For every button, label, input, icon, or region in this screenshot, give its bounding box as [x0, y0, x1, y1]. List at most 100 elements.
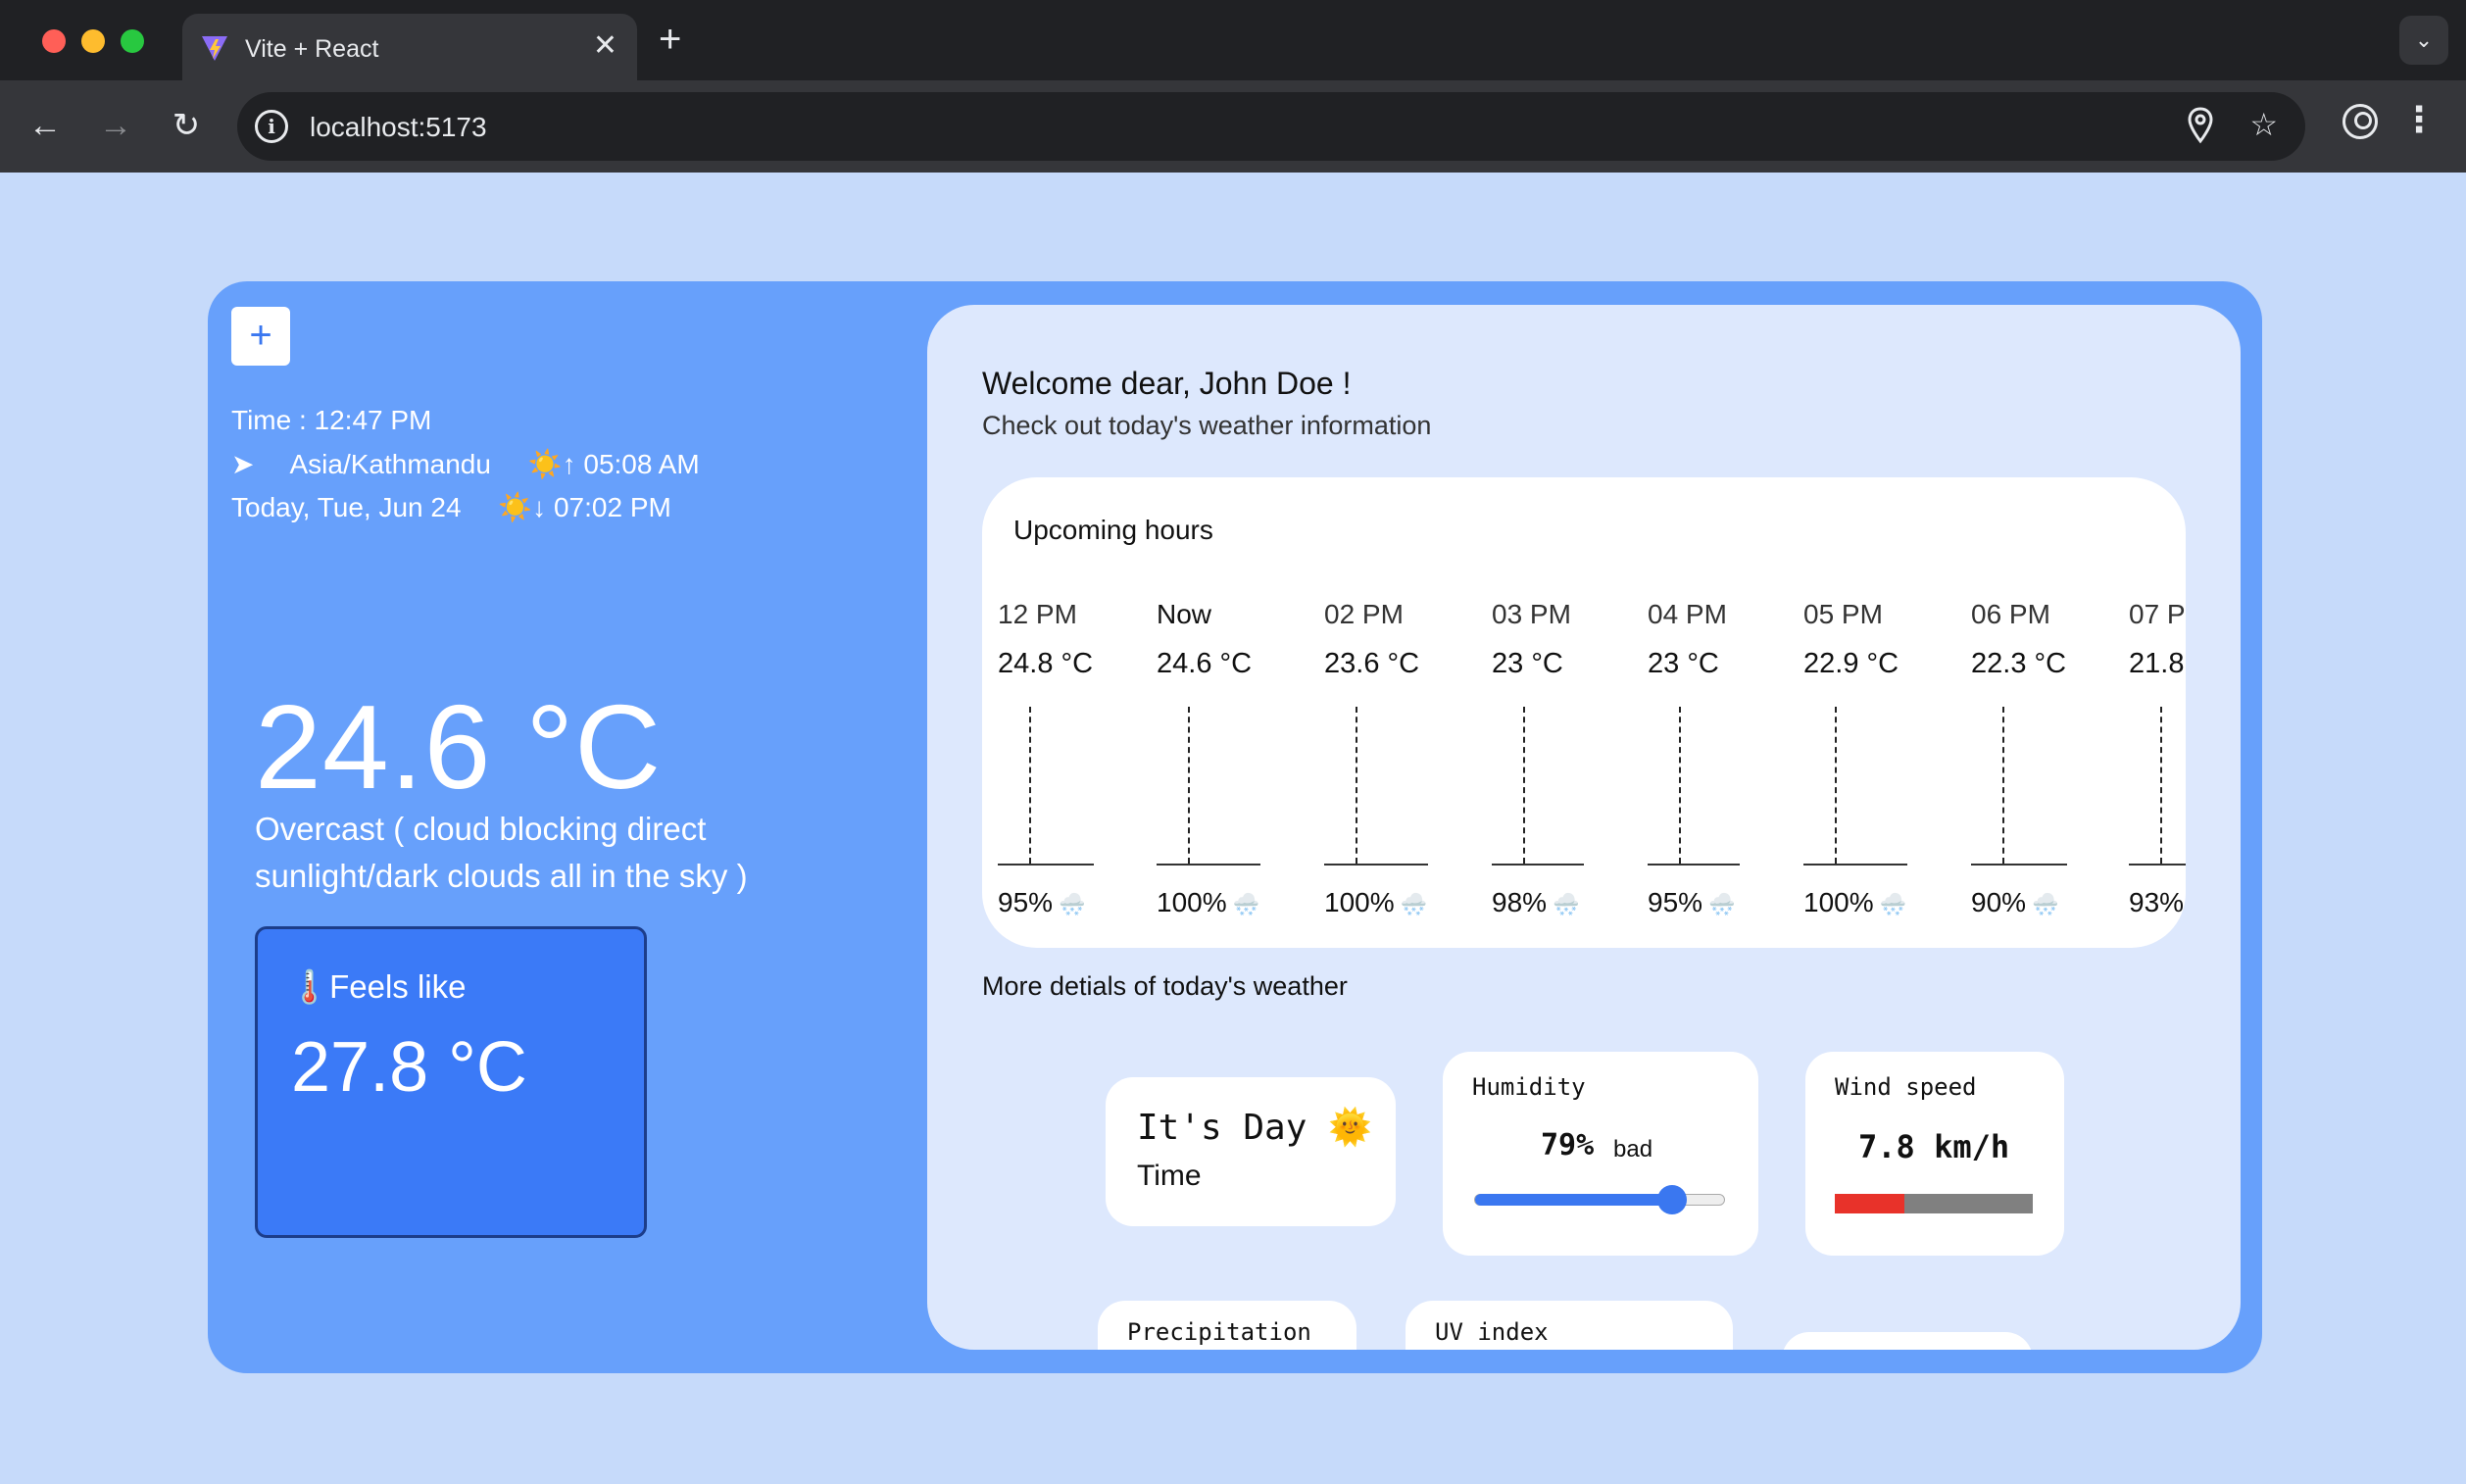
sunrise-icon: ☀️↑ — [527, 449, 576, 479]
humidity-card: Humidity 79% bad — [1443, 1052, 1758, 1256]
rain-percent: 100% — [1157, 887, 1227, 917]
more-menu-icon[interactable]: ⋮ — [2401, 100, 2437, 139]
hour-column: 12 PM 24.8 °C 95% 🌨️ — [998, 599, 1094, 917]
hour-temperature: 21.8 °C — [2129, 648, 2186, 679]
feels-like-value: 27.8 °C — [291, 1028, 527, 1107]
hour-column: 07 PM 21.8 °C 93% 🌨️ — [2129, 599, 2186, 917]
address-bar[interactable]: i localhost:5173 ☆ — [237, 92, 2305, 161]
hour-baseline — [2129, 864, 2186, 866]
rain-percent: 90% — [1971, 887, 2027, 917]
rain-percent: 100% — [1324, 887, 1395, 917]
humidity-label: Humidity — [1472, 1073, 1586, 1101]
hour-baseline — [1492, 864, 1584, 866]
hour-baseline — [1648, 864, 1740, 866]
hour-column: 02 PM 23.6 °C 100% 🌨️ — [1324, 599, 1428, 917]
snow-cloud-icon: 🌨️ — [1226, 892, 1260, 916]
precipitation-label: Precipitation — [1127, 1318, 1311, 1346]
snow-cloud-icon: 🌨️ — [1873, 892, 1907, 916]
sun-face-icon: 🌞 — [1328, 1108, 1372, 1148]
hour-label: Now — [1157, 599, 1212, 629]
hour-column: 03 PM 23 °C 98% 🌨️ — [1492, 599, 1584, 917]
rain-percent: 98% — [1492, 887, 1548, 917]
current-time: Time : 12:47 PM — [231, 405, 432, 435]
wind-speed-bar-fill — [1835, 1194, 1904, 1213]
sunset-time: 07:02 PM — [553, 492, 671, 522]
humidity-slider[interactable] — [1474, 1185, 1725, 1214]
hour-column: 05 PM 22.9 °C 100% 🌨️ — [1803, 599, 1907, 917]
hour-dashed-line — [1356, 707, 1357, 864]
sunset-icon: ☀️↓ — [498, 492, 547, 522]
feels-like-label: Feels like — [329, 968, 467, 1005]
details-panel[interactable]: Welcome dear, John Doe ! Check out today… — [927, 305, 2241, 1350]
snow-cloud-icon: 🌨️ — [1053, 892, 1086, 916]
day-night-card: It's Day 🌞 Time — [1106, 1077, 1396, 1226]
chevron-down-icon[interactable]: ⌄ — [2399, 16, 2448, 65]
browser-tab-bar: Vite + React ✕ + ⌄ — [0, 0, 2466, 80]
rain-percent: 95% — [998, 887, 1054, 917]
hour-label: 06 PM — [1971, 599, 2050, 629]
hour-rain-chance: 93% 🌨️ — [2129, 887, 2186, 918]
hour-dashed-line — [2002, 707, 2004, 864]
bookmark-star-icon[interactable]: ☆ — [2249, 106, 2278, 143]
hour-dashed-line — [1029, 707, 1031, 864]
welcome-subtitle: Check out today's weather information — [982, 411, 1432, 440]
profile-icon[interactable] — [2343, 104, 2378, 139]
reload-icon[interactable]: ↻ — [165, 104, 208, 147]
feels-like-card: 🌡️Feels like 27.8 °C — [255, 926, 647, 1238]
hour-column: 04 PM 23 °C 95% 🌨️ — [1648, 599, 1740, 917]
humidity-slider-thumb[interactable] — [1656, 1185, 1687, 1214]
snow-cloud-icon: 🌨️ — [1547, 892, 1580, 916]
date-row: Today, Tue, Jun 24 ☀️↓ 07:02 PM — [231, 491, 671, 523]
sunrise-time: 05:08 AM — [583, 449, 700, 479]
date-text: Today, Tue, Jun 24 — [231, 492, 462, 522]
hour-temperature: 22.3 °C — [1971, 648, 2067, 679]
minimize-window-button[interactable] — [81, 29, 105, 53]
hour-temperature: 24.6 °C — [1157, 648, 1253, 679]
hour-dashed-line — [2160, 707, 2162, 864]
wind-speed-bar — [1835, 1194, 2033, 1213]
location-pin-icon[interactable] — [2186, 106, 2215, 145]
hour-baseline — [1324, 864, 1428, 866]
rain-percent: 95% — [1648, 887, 1703, 917]
hour-label: 02 PM — [1324, 599, 1404, 629]
maximize-window-button[interactable] — [121, 29, 144, 53]
hour-temperature: 22.9 °C — [1803, 648, 1899, 679]
hour-rain-chance: 90% 🌨️ — [1971, 887, 2059, 918]
hour-label: 04 PM — [1648, 599, 1727, 629]
upcoming-hours-card[interactable]: Upcoming hours 12 PM 24.8 °C 95% 🌨️ Now 24.6… — [982, 477, 2186, 948]
feels-like-header: 🌡️Feels like — [289, 968, 466, 1007]
rain-percent: 100% — [1803, 887, 1874, 917]
browser-tab[interactable]: Vite + React ✕ — [182, 14, 637, 80]
hour-label: 12 PM — [998, 599, 1077, 629]
vite-icon — [202, 36, 227, 61]
day-status: It's Day 🌞 — [1137, 1108, 1372, 1148]
hour-rain-chance: 100% 🌨️ — [1157, 887, 1259, 918]
new-tab-icon[interactable]: + — [659, 18, 681, 61]
location-arrow-icon: ➤ — [231, 449, 255, 479]
hour-baseline — [1803, 864, 1907, 866]
snow-cloud-icon: 🌨️ — [2184, 892, 2186, 916]
snow-cloud-icon: 🌨️ — [1702, 892, 1736, 916]
humidity-value: 79% — [1541, 1128, 1595, 1162]
url-text[interactable]: localhost:5173 — [310, 112, 487, 143]
hour-dashed-line — [1679, 707, 1681, 864]
hour-temperature: 23 °C — [1648, 648, 1719, 679]
hour-rain-chance: 100% 🌨️ — [1803, 887, 1906, 918]
hour-label: 07 PM — [2129, 599, 2186, 629]
add-location-button[interactable]: + — [231, 307, 290, 366]
hour-label: 05 PM — [1803, 599, 1883, 629]
hour-baseline — [998, 864, 1094, 866]
wind-speed-value: 7.8 km/h — [1858, 1128, 2010, 1165]
forward-arrow-icon[interactable]: → — [94, 104, 137, 147]
close-icon[interactable]: ✕ — [593, 29, 617, 63]
info-icon[interactable]: i — [255, 110, 288, 143]
browser-toolbar: ← → ↻ i localhost:5173 ☆ ⋮ — [0, 80, 2466, 173]
location-row: ➤ Asia/Kathmandu ☀️↑ 05:08 AM — [231, 448, 700, 480]
hour-baseline — [1157, 864, 1260, 866]
hour-temperature: 23.6 °C — [1324, 648, 1420, 679]
hour-dashed-line — [1188, 707, 1190, 864]
hour-label: 03 PM — [1492, 599, 1571, 629]
hour-rain-chance: 98% 🌨️ — [1492, 887, 1580, 918]
back-arrow-icon[interactable]: ← — [24, 104, 67, 147]
close-window-button[interactable] — [42, 29, 66, 53]
